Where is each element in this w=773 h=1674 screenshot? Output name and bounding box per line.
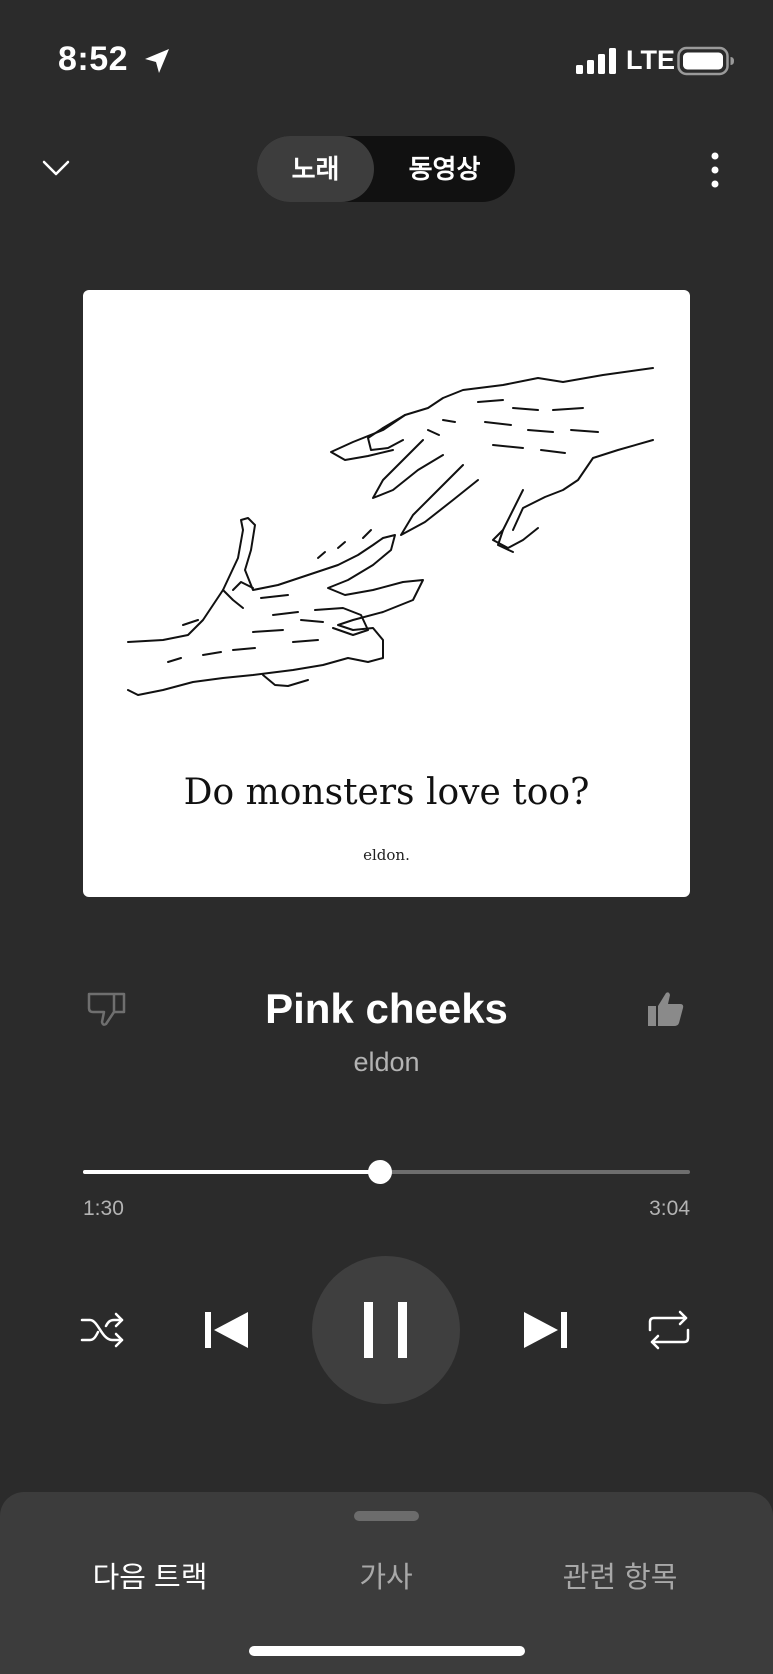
skip-next-icon[interactable] [520, 1309, 570, 1351]
progress-bar[interactable] [83, 1160, 690, 1184]
album-art: Do monsters love too? eldon. [83, 290, 690, 897]
shuffle-icon[interactable] [80, 1310, 126, 1350]
song-artist[interactable]: eldon [0, 1047, 773, 1078]
tab-lyrics[interactable]: 가사 [286, 1554, 486, 1596]
drag-handle[interactable] [354, 1511, 419, 1521]
progress-fill [83, 1170, 380, 1174]
home-indicator [249, 1646, 525, 1656]
progress-thumb[interactable] [368, 1160, 392, 1184]
toggle-video[interactable]: 동영상 [374, 136, 515, 202]
skip-previous-icon[interactable] [202, 1309, 252, 1351]
repeat-icon[interactable] [646, 1308, 692, 1352]
album-art-artist: eldon. [363, 846, 410, 864]
bottom-sheet: 다음 트랙 가사 관련 항목 [0, 1492, 773, 1674]
tab-up-next[interactable]: 다음 트랙 [50, 1554, 250, 1596]
pause-icon [364, 1302, 407, 1358]
toggle-song[interactable]: 노래 [257, 136, 374, 202]
play-pause-button[interactable] [312, 1256, 460, 1404]
chevron-down-icon[interactable] [38, 150, 74, 186]
network-type: LTE [626, 45, 675, 75]
cellular-signal-icon [576, 48, 616, 74]
song-video-toggle: 노래 동영상 [257, 136, 515, 202]
location-arrow-icon [145, 49, 169, 73]
battery-icon [677, 46, 734, 76]
total-time: 3:04 [649, 1197, 690, 1220]
elapsed-time: 1:30 [83, 1197, 124, 1220]
album-art-title: Do monsters love too? [183, 772, 590, 813]
status-bar: 8:52 LTE [0, 0, 773, 120]
tab-related[interactable]: 관련 항목 [520, 1554, 720, 1596]
status-time: 8:52 [58, 40, 129, 78]
more-vertical-icon[interactable] [700, 148, 730, 192]
thumbs-up-icon[interactable] [644, 988, 686, 1030]
